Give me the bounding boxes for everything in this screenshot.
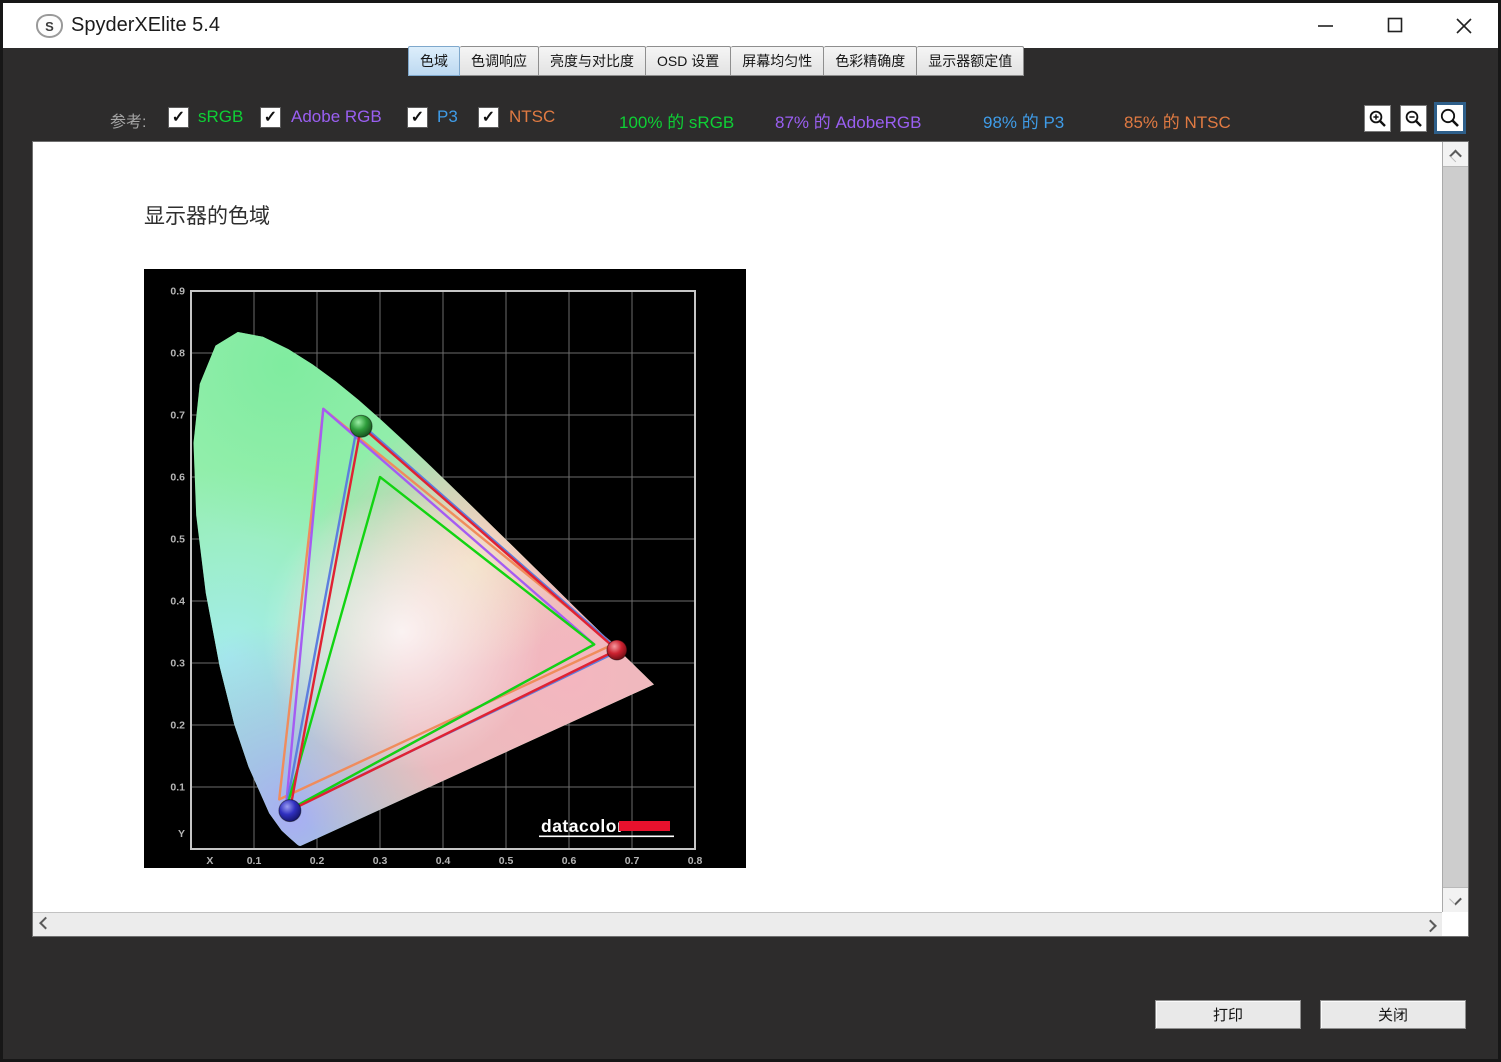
- magnifier-plus-icon: [1369, 110, 1386, 127]
- y-tick-label: 0.9: [170, 286, 185, 298]
- maximize-button[interactable]: [1372, 3, 1418, 48]
- x-tick-label: 0.4: [436, 855, 451, 867]
- gamut-chart: Y 0.1 0.2 0.3 0.4 0.5 0.6 0.7 0.8 0.9 X 0.1 0.2 0.3 0.…: [144, 269, 746, 868]
- chevron-left-icon: [39, 916, 52, 930]
- chevron-up-icon: [1449, 149, 1462, 162]
- primary-marker-green: [349, 414, 373, 438]
- app-icon: S: [36, 14, 63, 38]
- primary-marker-blue: [278, 799, 302, 823]
- checkbox-p3-label: P3: [437, 107, 458, 126]
- x-tick-label: X: [206, 855, 213, 867]
- checkbox-adobergb-label: Adobe RGB: [291, 107, 382, 126]
- y-tick-label: 0.6: [170, 472, 185, 484]
- x-tick-label: 0.7: [625, 855, 640, 867]
- check-icon: ✓: [263, 108, 278, 126]
- x-tick-label: 0.8: [688, 855, 703, 867]
- title-bar: S SpyderXElite 5.4: [3, 3, 1498, 48]
- tab-screen-uniformity[interactable]: 屏幕均匀性: [731, 46, 825, 76]
- check-icon: ✓: [171, 108, 186, 126]
- chevron-down-icon: [1449, 892, 1462, 905]
- coverage-p3: 98% 的 P3: [983, 113, 1065, 132]
- checkbox-srgb-label: sRGB: [198, 107, 244, 126]
- maximize-icon: [1387, 17, 1402, 33]
- scrollbar-corner: [1442, 912, 1468, 936]
- datacolor-logo: datacolor: [539, 816, 674, 838]
- y-tick-label: 0.5: [170, 534, 185, 546]
- zoom-in-button[interactable]: [1364, 105, 1391, 132]
- checkbox-ntsc-label: NTSC: [509, 107, 556, 126]
- y-tick-label: 0.1: [170, 782, 185, 794]
- scroll-down-button[interactable]: [1443, 887, 1468, 912]
- vertical-scrollbar[interactable]: [1442, 142, 1468, 912]
- chart-title: 显示器的色域: [144, 205, 270, 228]
- tab-gamut[interactable]: 色域: [408, 46, 460, 76]
- vertical-scroll-thumb[interactable]: [1443, 167, 1468, 887]
- window-title: SpyderXElite 5.4: [71, 14, 220, 36]
- svg-text:datacolor: datacolor: [541, 816, 624, 836]
- coverage-ntsc: 85% 的 NTSC: [1124, 113, 1231, 132]
- scroll-right-button[interactable]: [1418, 913, 1443, 936]
- checkbox-p3[interactable]: ✓: [407, 107, 428, 128]
- close-icon: [1456, 17, 1472, 34]
- primary-marker-red: [606, 639, 628, 661]
- check-icon: ✓: [410, 108, 425, 126]
- scroll-up-button[interactable]: [1443, 142, 1468, 167]
- zoom-out-button[interactable]: [1400, 105, 1427, 132]
- y-tick-label: 0.4: [170, 596, 185, 608]
- close-button[interactable]: [1441, 3, 1487, 48]
- reference-label: 参考:: [110, 114, 147, 131]
- y-tick-label: Y: [178, 828, 185, 840]
- scroll-left-button[interactable]: [33, 913, 58, 936]
- magnifier-minus-icon: [1405, 110, 1422, 127]
- magnifier-icon: [1440, 108, 1459, 127]
- print-button[interactable]: 打印: [1155, 1000, 1301, 1029]
- tab-display-rating[interactable]: 显示器额定值: [917, 46, 1025, 76]
- minimize-icon: [1317, 25, 1333, 27]
- y-tick-label: 0.3: [170, 658, 185, 670]
- checkbox-ntsc[interactable]: ✓: [478, 107, 499, 128]
- y-tick-label: 0.8: [170, 348, 185, 360]
- tab-tone-response[interactable]: 色调响应: [460, 46, 539, 76]
- x-tick-label: 0.2: [310, 855, 325, 867]
- tab-bar: 色域 色调响应 亮度与对比度 OSD 设置 屏幕均匀性 色彩精确度 显示器额定值: [408, 46, 1025, 76]
- tab-osd-settings[interactable]: OSD 设置: [646, 46, 732, 76]
- close-dialog-button[interactable]: 关闭: [1320, 1000, 1466, 1029]
- zoom-fit-button[interactable]: [1434, 102, 1466, 134]
- x-tick-label: 0.3: [373, 855, 388, 867]
- y-tick-label: 0.2: [170, 720, 185, 732]
- minimize-button[interactable]: [1302, 3, 1348, 48]
- app-window: S SpyderXElite 5.4 色域 色调响应 亮度与对比度 OSD 设置…: [0, 0, 1501, 1062]
- tab-brightness-contrast[interactable]: 亮度与对比度: [539, 46, 646, 76]
- coverage-srgb: 100% 的 sRGB: [619, 113, 735, 132]
- x-tick-label: 0.1: [247, 855, 262, 867]
- x-tick-label: 0.6: [562, 855, 577, 867]
- tab-color-accuracy[interactable]: 色彩精确度: [824, 46, 918, 76]
- x-tick-label: 0.5: [499, 855, 514, 867]
- y-tick-label: 0.7: [170, 410, 185, 422]
- content-panel: 显示器的色域 Y 0.1 0.2 0.3 0.4 0.5 0.6 0.7 0.8 0.9 X 0.1 0…: [32, 141, 1469, 937]
- check-icon: ✓: [481, 108, 496, 126]
- checkbox-srgb[interactable]: ✓: [168, 107, 189, 128]
- coverage-adobergb: 87% 的 AdobeRGB: [775, 113, 922, 132]
- cie-diagram: Y 0.1 0.2 0.3 0.4 0.5 0.6 0.7 0.8 0.9 X 0.1 0.2 0.3 0.…: [170, 286, 703, 868]
- chevron-right-icon: [1424, 919, 1437, 933]
- checkbox-adobergb[interactable]: ✓: [260, 107, 281, 128]
- horizontal-scrollbar[interactable]: [33, 912, 1443, 936]
